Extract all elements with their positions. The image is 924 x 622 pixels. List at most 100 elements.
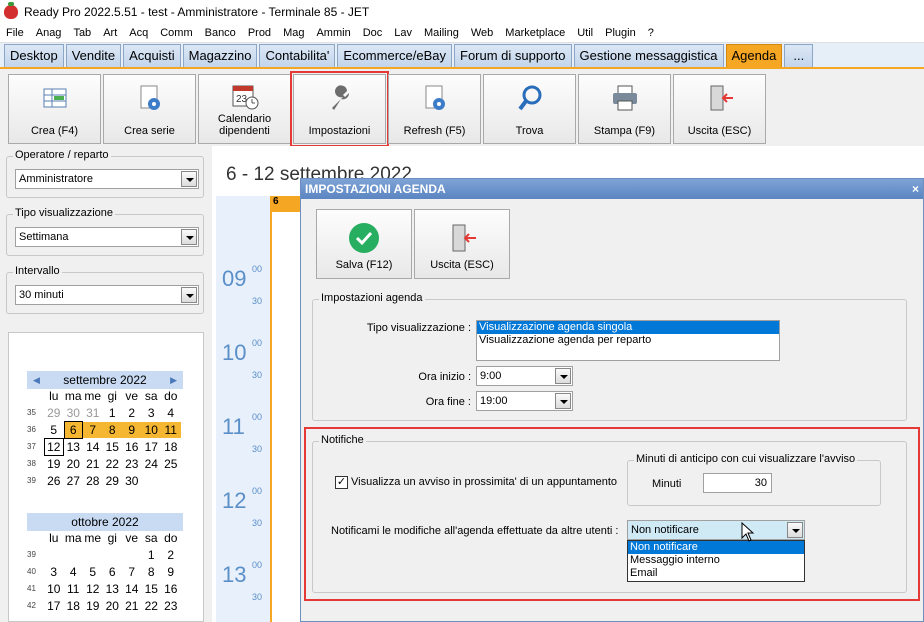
- calendar-day[interactable]: 1: [142, 547, 162, 563]
- calendario-dipendenti-button[interactable]: 23 Calendario dipendenti: [198, 74, 291, 144]
- calendar-day[interactable]: 21: [83, 456, 103, 472]
- calendar-day[interactable]: 12: [44, 437, 64, 456]
- tab-more[interactable]: ...: [784, 44, 814, 67]
- stampa-button[interactable]: Stampa (F9): [578, 74, 671, 144]
- tab-ecommerce[interactable]: Ecommerce/eBay: [337, 44, 452, 67]
- calendar-day[interactable]: 1: [103, 405, 123, 421]
- menu-banco[interactable]: Banco: [199, 24, 242, 43]
- ora-fine-select[interactable]: 19:00: [476, 391, 573, 411]
- calendar-day[interactable]: 12: [83, 581, 103, 597]
- calendar-day[interactable]: 2: [122, 405, 142, 421]
- calendar-day[interactable]: 26: [44, 473, 64, 489]
- calendar-day[interactable]: 14: [122, 581, 142, 597]
- calendar-day[interactable]: 22: [103, 456, 123, 472]
- tab-messaggistica[interactable]: Gestione messaggistica: [573, 44, 724, 67]
- calendar-day[interactable]: 24: [142, 456, 162, 472]
- dropdown-option[interactable]: Messaggio interno: [628, 554, 804, 567]
- chevron-down-icon[interactable]: [555, 393, 571, 409]
- impostazioni-button[interactable]: Impostazioni: [290, 71, 389, 147]
- menu-ammin[interactable]: Ammin: [310, 24, 356, 43]
- list-item[interactable]: Visualizzazione agenda per reparto: [477, 334, 779, 347]
- list-item[interactable]: Visualizzazione agenda singola: [477, 321, 779, 334]
- next-month-icon[interactable]: ▶: [170, 371, 177, 389]
- dialog-uscita-button[interactable]: Uscita (ESC): [414, 209, 510, 279]
- avviso-checkbox[interactable]: ✓: [335, 476, 348, 489]
- chevron-down-icon[interactable]: [181, 229, 197, 245]
- calendar-day[interactable]: 13: [103, 581, 123, 597]
- chevron-down-icon[interactable]: [787, 522, 803, 538]
- calendar-day[interactable]: 8: [102, 421, 122, 438]
- menu-mailing[interactable]: Mailing: [418, 24, 465, 43]
- uscita-button[interactable]: Uscita (ESC): [673, 74, 766, 144]
- chevron-down-icon[interactable]: [555, 368, 571, 384]
- calendar-day[interactable]: 18: [64, 598, 84, 614]
- calendar-day[interactable]: 11: [64, 581, 84, 597]
- calendar-day[interactable]: 20: [103, 598, 123, 614]
- calendar-day[interactable]: 7: [83, 421, 103, 438]
- calendar-day[interactable]: 18: [161, 439, 181, 455]
- calendar-day[interactable]: 23: [161, 598, 181, 614]
- calendar-day[interactable]: 16: [161, 581, 181, 597]
- calendar-day[interactable]: 9: [161, 564, 181, 580]
- calendar-day[interactable]: 20: [64, 456, 84, 472]
- tipo-visualizzazione-select[interactable]: Settimana: [15, 227, 199, 247]
- menu-art[interactable]: Art: [97, 24, 123, 43]
- calendar-day[interactable]: 4: [161, 405, 181, 421]
- menu-plugin[interactable]: Plugin: [599, 24, 642, 43]
- calendar-day[interactable]: 6: [103, 564, 123, 580]
- intervallo-select[interactable]: 30 minuti: [15, 285, 199, 305]
- calendar-day[interactable]: 17: [142, 439, 162, 455]
- calendar-day[interactable]: 25: [161, 456, 181, 472]
- calendar-day[interactable]: 23: [122, 456, 142, 472]
- crea-serie-button[interactable]: Crea serie: [103, 74, 196, 144]
- chevron-down-icon[interactable]: [181, 287, 197, 303]
- calendar-day[interactable]: 27: [64, 473, 84, 489]
- calendar-day[interactable]: 10: [141, 421, 161, 438]
- calendar-day[interactable]: 6: [63, 420, 83, 439]
- calendar-day[interactable]: 30: [64, 405, 84, 421]
- calendar-day[interactable]: 17: [44, 598, 64, 614]
- calendar-day[interactable]: 30: [122, 473, 142, 489]
- tab-acquisti[interactable]: Acquisti: [123, 44, 181, 67]
- calendar-day[interactable]: 8: [142, 564, 162, 580]
- dropdown-option[interactable]: Non notificare: [628, 541, 804, 554]
- operatore-select[interactable]: Amministratore: [15, 169, 199, 189]
- calendar-day[interactable]: 5: [83, 564, 103, 580]
- calendar-day[interactable]: 19: [83, 598, 103, 614]
- tab-agenda[interactable]: Agenda: [725, 44, 783, 67]
- crea-button[interactable]: Crea (F4): [8, 74, 101, 144]
- notificami-select[interactable]: Non notificare: [627, 520, 805, 540]
- calendar-day[interactable]: 31: [83, 405, 103, 421]
- menu-help[interactable]: ?: [642, 24, 660, 43]
- tab-vendite[interactable]: Vendite: [65, 44, 122, 67]
- calendar-day[interactable]: 15: [103, 439, 123, 455]
- calendar-day[interactable]: 16: [122, 439, 142, 455]
- calendar-day[interactable]: 14: [83, 439, 103, 455]
- calendar-day[interactable]: 15: [142, 581, 162, 597]
- menu-tab[interactable]: Tab: [67, 24, 97, 43]
- tipo-visualizzazione-list[interactable]: Visualizzazione agenda singola Visualizz…: [476, 320, 780, 361]
- trova-button[interactable]: Trova: [483, 74, 576, 144]
- calendar-day[interactable]: 11: [161, 421, 181, 438]
- calendar-day[interactable]: 28: [83, 473, 103, 489]
- tab-desktop[interactable]: Desktop: [4, 44, 64, 67]
- menu-web[interactable]: Web: [465, 24, 499, 43]
- minuti-input[interactable]: 30: [703, 473, 772, 493]
- salva-button[interactable]: Salva (F12): [316, 209, 412, 279]
- menu-marketplace[interactable]: Marketplace: [499, 24, 571, 43]
- calendar-day[interactable]: 29: [103, 473, 123, 489]
- calendar-day[interactable]: 7: [122, 564, 142, 580]
- tab-magazzino[interactable]: Magazzino: [182, 44, 258, 67]
- menu-lav[interactable]: Lav: [388, 24, 418, 43]
- chevron-down-icon[interactable]: [181, 171, 197, 187]
- tab-forum[interactable]: Forum di supporto: [454, 44, 572, 67]
- calendar-day[interactable]: 2: [161, 547, 181, 563]
- menu-prod[interactable]: Prod: [242, 24, 277, 43]
- calendar-day[interactable]: 22: [142, 598, 162, 614]
- calendar-day[interactable]: 9: [122, 421, 142, 438]
- day-column[interactable]: [270, 196, 302, 622]
- menu-comm[interactable]: Comm: [154, 24, 198, 43]
- prev-month-icon[interactable]: ◀: [33, 371, 40, 389]
- calendar-day[interactable]: 13: [64, 439, 84, 455]
- calendar-day[interactable]: 10: [44, 581, 64, 597]
